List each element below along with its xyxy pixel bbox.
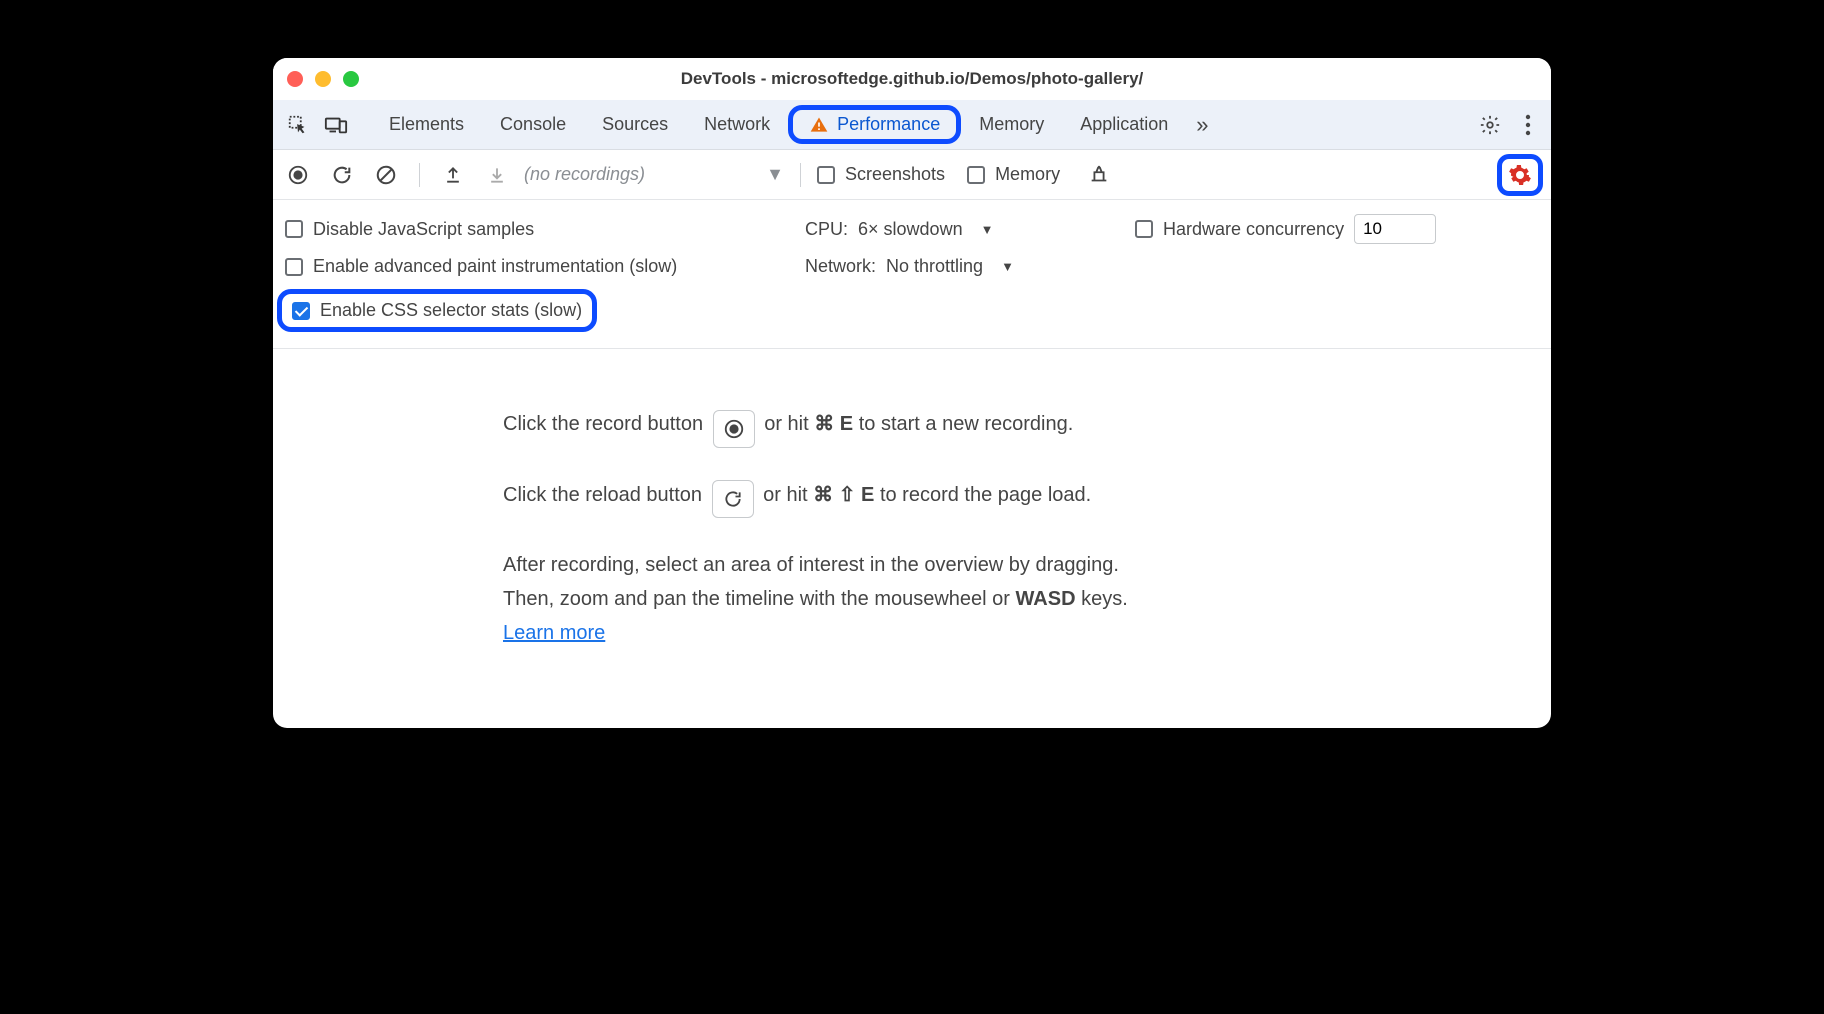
- memory-checkbox[interactable]: Memory: [967, 164, 1060, 185]
- network-throttle-select[interactable]: No throttling ▼: [886, 254, 1014, 279]
- memory-label: Memory: [995, 164, 1060, 185]
- reload-button[interactable]: [325, 158, 359, 192]
- checkbox-icon: [967, 166, 985, 184]
- advanced-paint-checkbox[interactable]: Enable advanced paint instrumentation (s…: [285, 256, 677, 277]
- tab-performance-label: Performance: [837, 114, 940, 135]
- more-tabs-icon[interactable]: »: [1186, 112, 1218, 138]
- screenshots-checkbox[interactable]: Screenshots: [817, 164, 945, 185]
- tab-memory[interactable]: Memory: [961, 106, 1062, 143]
- divider: [800, 163, 801, 187]
- landing-line-record: Click the record button or hit ⌘ E to st…: [503, 409, 1403, 440]
- checkbox-icon: [285, 258, 303, 276]
- landing-line-reload: Click the reload button or hit ⌘ ⇧ E to …: [503, 480, 1403, 511]
- landing-line-wasd: Then, zoom and pan the timeline with the…: [503, 584, 1403, 614]
- checkbox-checked-icon: [292, 302, 310, 320]
- hw-label: Hardware concurrency: [1163, 219, 1344, 240]
- tab-network[interactable]: Network: [686, 106, 788, 143]
- recordings-dropdown[interactable]: (no recordings) ▼: [524, 164, 784, 185]
- device-toolbar-icon[interactable]: [319, 108, 353, 142]
- hardware-concurrency-checkbox[interactable]: Hardware concurrency: [1135, 219, 1344, 240]
- cpu-throttle-select[interactable]: 6× slowdown ▼: [858, 217, 993, 242]
- recordings-placeholder: (no recordings): [524, 164, 645, 185]
- learn-more-link[interactable]: Learn more: [503, 622, 605, 644]
- record-button-inline[interactable]: [713, 410, 755, 448]
- upload-profile-icon[interactable]: [436, 158, 470, 192]
- tab-elements[interactable]: Elements: [371, 106, 482, 143]
- capture-settings-button[interactable]: [1497, 154, 1543, 196]
- warning-icon: [809, 115, 829, 135]
- inspect-element-icon[interactable]: [281, 108, 315, 142]
- kebab-menu-icon[interactable]: [1513, 114, 1543, 136]
- shortcut-reload: ⌘ ⇧ E: [813, 484, 874, 506]
- disable-js-samples-checkbox[interactable]: Disable JavaScript samples: [285, 219, 534, 240]
- tab-application[interactable]: Application: [1062, 106, 1186, 143]
- checkbox-icon: [285, 220, 303, 238]
- network-value: No throttling: [886, 256, 983, 277]
- css-selector-label: Enable CSS selector stats (slow): [320, 300, 582, 321]
- divider: [419, 163, 420, 187]
- record-button[interactable]: [281, 158, 315, 192]
- performance-toolbar: (no recordings) ▼ Screenshots Memory: [273, 150, 1551, 200]
- disable-js-label: Disable JavaScript samples: [313, 219, 534, 240]
- panel-tab-row: Elements Console Sources Network Perform…: [273, 100, 1551, 150]
- settings-icon[interactable]: [1471, 114, 1509, 136]
- download-profile-icon[interactable]: [480, 158, 514, 192]
- landing-line-drag: After recording, select an area of inter…: [503, 550, 1403, 580]
- dropdown-caret-icon: ▼: [981, 222, 994, 237]
- network-label: Network:: [805, 256, 876, 277]
- tab-sources[interactable]: Sources: [584, 106, 686, 143]
- dropdown-caret-icon: ▼: [766, 164, 784, 185]
- advanced-paint-label: Enable advanced paint instrumentation (s…: [313, 256, 677, 277]
- performance-landing: Click the record button or hit ⌘ E to st…: [273, 349, 1551, 728]
- hardware-concurrency-input[interactable]: [1354, 214, 1436, 244]
- dropdown-caret-icon: ▼: [1001, 259, 1014, 274]
- devtools-window: DevTools - microsoftedge.github.io/Demos…: [273, 58, 1551, 728]
- clear-button[interactable]: [369, 158, 403, 192]
- window-title: DevTools - microsoftedge.github.io/Demos…: [273, 69, 1551, 89]
- checkbox-icon: [1135, 220, 1153, 238]
- checkbox-icon: [817, 166, 835, 184]
- panel-tabs: Elements Console Sources Network Perform…: [371, 105, 1219, 144]
- reload-button-inline[interactable]: [712, 480, 754, 518]
- titlebar: DevTools - microsoftedge.github.io/Demos…: [273, 58, 1551, 100]
- shortcut-record: ⌘ E: [814, 413, 853, 435]
- screenshots-label: Screenshots: [845, 164, 945, 185]
- cpu-value: 6× slowdown: [858, 219, 963, 240]
- css-selector-stats-checkbox[interactable]: Enable CSS selector stats (slow): [277, 289, 597, 332]
- tab-performance[interactable]: Performance: [788, 105, 961, 144]
- cpu-label: CPU:: [805, 219, 848, 240]
- tab-console[interactable]: Console: [482, 106, 584, 143]
- capture-settings-panel: Disable JavaScript samples CPU: 6× slowd…: [273, 200, 1551, 349]
- garbage-collect-icon[interactable]: [1082, 158, 1116, 192]
